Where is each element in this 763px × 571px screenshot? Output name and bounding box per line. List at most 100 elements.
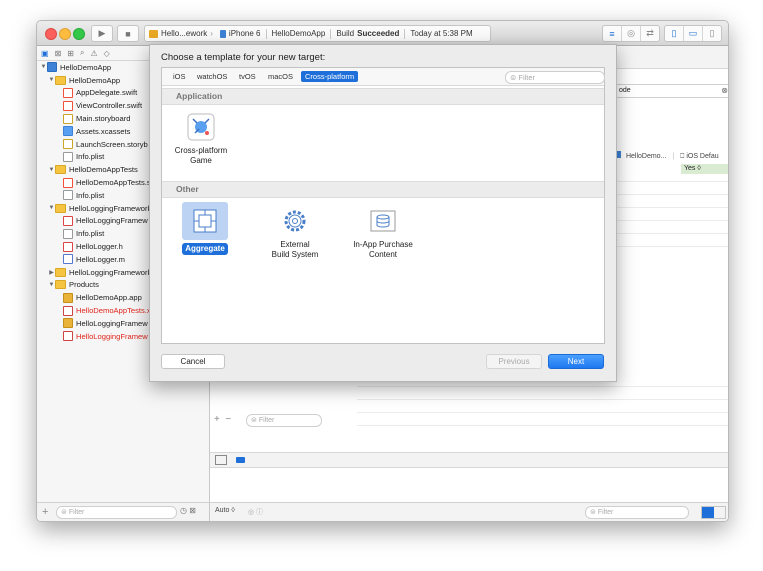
navigator-filter-bar: + ⊜ Filter ◷ ⊠ <box>37 502 209 521</box>
tab-tvos[interactable]: tvOS <box>235 71 260 82</box>
database-icon <box>368 206 398 236</box>
m-file-icon <box>63 254 73 265</box>
run-button[interactable]: ▶ <box>91 25 113 42</box>
tree-item-label: HelloLoggingFramew <box>76 216 148 226</box>
swift-file-icon <box>63 100 73 111</box>
minimize-window-button[interactable] <box>59 28 71 40</box>
template-chooser-panel: iOS watchOS tvOS macOS Cross-platform ⊜ … <box>161 67 605 344</box>
tree-item-label: Info.plist <box>76 229 105 239</box>
toggle-navigator-icon[interactable]: ▯ <box>665 26 683 41</box>
version-editor-icon[interactable]: ⇄ <box>640 26 659 41</box>
console-only-icon[interactable] <box>714 507 726 518</box>
scheme-selector[interactable]: Hello...ework <box>161 29 207 38</box>
test-icon[interactable]: ◇ <box>104 49 110 58</box>
disclosure-open-icon[interactable]: ▼ <box>48 205 55 211</box>
sheet-title: Choose a template for your new target: <box>161 52 326 63</box>
cancel-button[interactable]: Cancel <box>161 354 225 369</box>
tree-item-label: HelloLogger.h <box>76 242 123 252</box>
build-prefix: Build <box>336 29 355 38</box>
symbol-icon[interactable]: ⊞ <box>67 49 74 58</box>
h-file-icon <box>63 241 73 252</box>
tab-macos[interactable]: macOS <box>264 71 297 82</box>
source-control-icon[interactable]: ⊠ <box>55 49 62 58</box>
tree-item-label: HelloDemoAppTests.s <box>76 178 151 188</box>
iphone-icon <box>219 29 226 38</box>
recent-files-icon[interactable]: ◷ ⊠ <box>180 506 196 515</box>
tree-item-label: HelloLoggingFramew <box>76 318 148 328</box>
divider <box>330 28 332 39</box>
setting-value-yes[interactable]: Yes ◊ <box>681 164 728 174</box>
add-icon[interactable]: + <box>42 506 48 518</box>
folder-icon[interactable]: ▣ <box>41 49 49 58</box>
tab-watchos[interactable]: watchOS <box>193 71 231 82</box>
stop-button[interactable]: ■ <box>117 25 139 42</box>
breakpoints-icon[interactable] <box>236 457 245 463</box>
folder-file-icon <box>55 280 66 290</box>
toolbar-right-controls: ≡ ◎ ⇄ ▯ ▭ ▯ <box>602 25 722 42</box>
console-view-toggle[interactable] <box>701 506 726 519</box>
build-settings-search[interactable]: ode ⊗ <box>615 84 728 98</box>
play-icon: ▶ <box>98 28 106 38</box>
asset-file-icon <box>63 126 73 137</box>
previous-button[interactable]: Previous <box>486 354 542 369</box>
gear-icon <box>280 206 310 236</box>
search-icon[interactable]: ⌕ <box>80 48 84 58</box>
folder-file-icon <box>55 75 66 85</box>
disclosure-open-icon[interactable]: ▼ <box>40 64 47 70</box>
section-header-other: Other <box>162 181 604 198</box>
game-icon <box>186 112 216 142</box>
story-file-icon <box>63 139 73 150</box>
folder-file-icon <box>55 203 66 213</box>
info-icon[interactable]: ◎ ⓘ <box>248 507 263 517</box>
zoom-window-button[interactable] <box>73 28 85 40</box>
add-remove-target-buttons[interactable]: + − <box>214 414 231 425</box>
assistant-editor-icon[interactable]: ◎ <box>621 26 640 41</box>
toggle-debug-area-icon[interactable]: ▭ <box>683 26 702 41</box>
folder-file-icon <box>55 267 66 277</box>
plist-file-icon <box>63 228 73 239</box>
warning-icon[interactable]: ⚠ <box>90 49 97 58</box>
app-file-icon <box>63 292 73 303</box>
standard-editor-icon[interactable]: ≡ <box>603 26 621 41</box>
template-in-app-purchase-content[interactable]: In-App Purchase Content <box>343 206 423 260</box>
template-filter-input[interactable]: ⊜ Filter <box>505 71 605 84</box>
build-settings-header: HelloDemo... | ⎕ iOS Defau <box>615 151 719 161</box>
toggle-utilities-icon[interactable]: ▯ <box>702 26 721 41</box>
console-filter-input[interactable]: ⊜ Filter <box>585 506 689 519</box>
tree-item-label: HelloDemoAppTests <box>69 165 138 175</box>
tree-item-label: LaunchScreen.storyb <box>76 139 148 149</box>
template-label: Cross-platform <box>174 146 228 155</box>
device-selector[interactable]: iPhone 6 <box>229 29 261 38</box>
divider <box>404 28 406 39</box>
disclosure-open-icon[interactable]: ▼ <box>48 77 55 83</box>
variables-view-selector[interactable]: Auto ◊ <box>215 507 235 514</box>
disclosure-closed-icon[interactable]: ▶ <box>48 269 55 276</box>
tab-cross-platform[interactable]: Cross-platform <box>301 71 359 82</box>
template-external-build-system[interactable]: External Build System <box>256 206 334 260</box>
tree-item-label: HelloLogger.m <box>76 254 125 264</box>
template-label: External <box>280 240 310 249</box>
tree-item-label: Info.plist <box>76 152 105 162</box>
plist-file-icon <box>63 151 73 162</box>
template-label: Aggregate <box>182 243 228 255</box>
divider <box>265 28 267 39</box>
build-time: Today at 5:38 PM <box>410 29 473 38</box>
tab-ios[interactable]: iOS <box>169 71 190 82</box>
hide-debug-area-icon[interactable] <box>215 455 227 465</box>
next-button[interactable]: Next <box>548 354 604 369</box>
close-window-button[interactable] <box>45 28 57 40</box>
tree-item-label: HelloDemoApp.app <box>76 293 142 303</box>
tree-item-label: HelloDemoAppTests.x <box>76 306 151 316</box>
template-cross-platform-game[interactable]: Cross-platform Game <box>166 112 236 166</box>
clear-search-icon[interactable]: ⊗ <box>721 85 728 97</box>
split-view-icon[interactable] <box>702 507 714 518</box>
plist-file-icon <box>63 190 73 201</box>
disclosure-open-icon[interactable]: ▼ <box>48 282 55 288</box>
template-aggregate[interactable]: Aggregate <box>182 202 228 255</box>
story-file-icon <box>63 113 73 124</box>
disclosure-open-icon[interactable]: ▼ <box>48 167 55 173</box>
navigator-filter-input[interactable]: ⊜ Filter <box>56 506 177 519</box>
target-filter-input[interactable]: ⊜ Filter <box>246 414 322 427</box>
tree-item-label: HelloLoggingFramework <box>69 267 152 277</box>
template-label: Game <box>190 156 212 165</box>
